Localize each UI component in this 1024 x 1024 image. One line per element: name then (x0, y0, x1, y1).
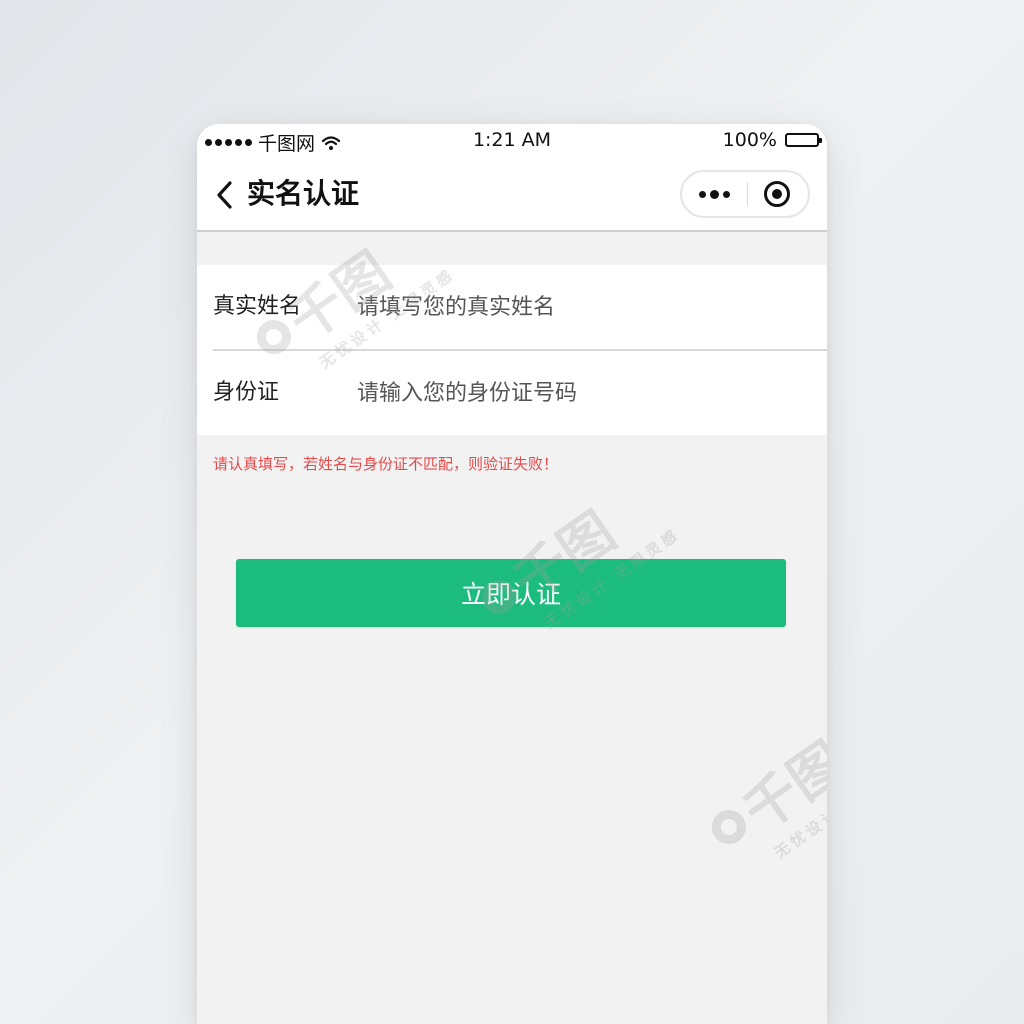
more-dots-icon (698, 190, 706, 198)
verify-now-button[interactable]: 立即认证 (236, 559, 786, 627)
name-input[interactable] (357, 285, 797, 329)
watermark-logo-text: 千图 (732, 729, 827, 844)
name-label: 真实姓名 (213, 294, 302, 319)
watermark-tagline: 无忧设计 无限灵感 (771, 755, 827, 863)
target-close-icon (764, 181, 790, 207)
id-row: 身份证 (197, 351, 827, 435)
battery-icon (785, 133, 822, 147)
phone-screen: 千图网 1:21 AM 100% 实名认证 真实姓名 请填写您的真实姓名 身份证… (197, 124, 827, 1024)
status-right: 100% (722, 129, 822, 151)
verification-form: 真实姓名 身份证 (197, 265, 827, 435)
close-button[interactable] (746, 172, 808, 216)
status-bar: 千图网 1:21 AM 100% (197, 124, 827, 160)
nav-bar: 实名认证 (197, 160, 827, 232)
name-row: 真实姓名 (197, 265, 827, 351)
id-label: 身份证 (213, 380, 280, 405)
mini-program-capsule (680, 170, 810, 218)
watermark: 千图 无忧设计 无限灵感 (692, 689, 827, 886)
watermark-logo-icon (704, 802, 753, 851)
page-title: 实名认证 (247, 177, 360, 210)
more-button[interactable] (682, 172, 746, 216)
back-arrow-icon[interactable] (213, 180, 237, 210)
id-number-input[interactable] (357, 371, 797, 415)
battery-percent: 100% (722, 129, 777, 151)
warning-text: 请认真填写，若姓名与身份证不匹配，则验证失败！ (213, 455, 559, 473)
